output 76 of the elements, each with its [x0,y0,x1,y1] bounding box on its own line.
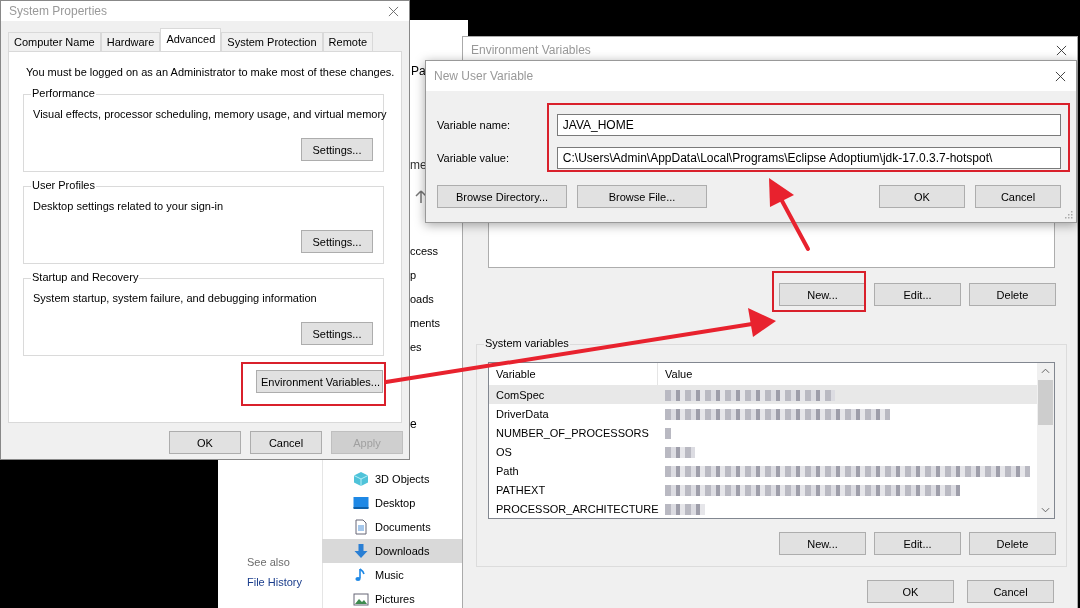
dialog-button[interactable]: Cancel [967,580,1054,603]
address-text: Pa [411,64,426,78]
dialog-button[interactable]: Cancel [975,185,1061,208]
dialog-button[interactable]: Edit... [874,532,961,555]
nav-item[interactable]: oads [410,287,440,311]
cube-icon [353,471,369,487]
tab[interactable]: Remote [322,32,374,51]
input-field[interactable]: C:\Users\Admin\AppData\Local\Programs\Eclipse Adoptium\jdk-17.0.3.7-hotspot\ [556,147,1061,169]
nav-item[interactable]: Music [322,563,462,587]
dialog-button[interactable]: OK [169,431,241,454]
nav-item[interactable]: p [410,263,440,287]
settings-button[interactable]: Settings... [301,138,373,161]
scroll-up-icon[interactable] [1041,368,1050,374]
nav-item[interactable]: Downloads [322,539,462,563]
settings-button[interactable]: Settings... [301,322,373,345]
redacted-value [665,427,671,439]
link[interactable]: File History [247,576,302,588]
nav-item[interactable]: e [410,417,417,431]
nav-item[interactable]: Documents [322,515,462,539]
table-row[interactable]: NUMBER_OF_PROCESSORS [489,423,1037,442]
input-field[interactable]: JAVA_HOME [556,114,1061,136]
field-label: Variable name: [437,119,512,131]
table-row[interactable]: OS [489,442,1037,461]
group-label: Startup and Recovery [31,271,140,283]
window-title: System Properties [9,4,108,18]
nav-item[interactable]: 3D Objects [322,467,462,491]
table-row[interactable]: Path [489,461,1037,480]
description-text: System startup, system failure, and debugging information [33,292,317,304]
dialog-button[interactable]: Edit... [874,283,961,306]
dialog-button[interactable]: Cancel [250,431,322,454]
tab[interactable]: Advanced [160,28,222,51]
dialog-button[interactable]: Delete [969,283,1056,306]
monitor-icon [353,495,369,511]
up-arrow-icon[interactable] [415,190,427,204]
tab[interactable]: System Protection [221,32,323,51]
close-icon[interactable] [1055,70,1066,82]
scroll-down-icon[interactable] [1041,507,1050,513]
resize-grip-icon[interactable] [1065,211,1073,219]
field-label: Variable value: [437,152,510,164]
close-icon[interactable] [388,5,399,17]
redacted-value [665,503,705,515]
dialog-button[interactable]: OK [879,185,965,208]
dialog-button[interactable]: Browse File... [577,185,707,208]
close-icon[interactable] [1056,44,1067,56]
tab[interactable]: Hardware [100,32,161,51]
document-icon [353,519,369,535]
table-row[interactable]: ComSpec [489,385,1037,404]
scrollbar[interactable] [1037,363,1054,518]
description-text: Visual effects, processor scheduling, memory usage, and virtual memory [33,108,387,120]
nav-item[interactable]: Pictures [322,587,462,608]
nav-item[interactable]: ccess [410,239,440,263]
group-label: User Profiles [31,179,96,191]
tab[interactable]: Computer Name [8,32,101,51]
group-label: Performance [31,87,96,99]
table-row[interactable]: PATHEXT [489,480,1037,499]
nav-item[interactable]: Desktop [322,491,462,515]
window-title: New User Variable [434,69,534,83]
dialog-button[interactable]: Delete [969,532,1056,555]
table-row[interactable]: DriverData [489,404,1037,423]
description-text: Desktop settings related to your sign-in [33,200,224,212]
notice-text: You must be logged on as an Administrator to make most of these changes. [26,65,395,80]
table-row[interactable]: PROCESSOR_ARCHITECTURE [489,499,1037,518]
environment-variables-button[interactable]: Environment Variables... [256,370,383,393]
dialog-button[interactable]: New... [779,283,866,306]
settings-button[interactable]: Settings... [301,230,373,253]
group-label: System variables [484,337,570,349]
section-heading: See also [247,556,291,568]
dialog-button[interactable]: New... [779,532,866,555]
nav-item[interactable]: ments [410,311,440,335]
nav-item[interactable]: es [410,335,440,359]
dialog-button[interactable]: OK [867,580,954,603]
window-title: Environment Variables [471,43,591,57]
redacted-value [665,446,695,458]
download-arrow-icon [353,543,369,559]
dialog-button[interactable]: Browse Directory... [437,185,567,208]
column-header[interactable]: Value [658,363,1036,385]
